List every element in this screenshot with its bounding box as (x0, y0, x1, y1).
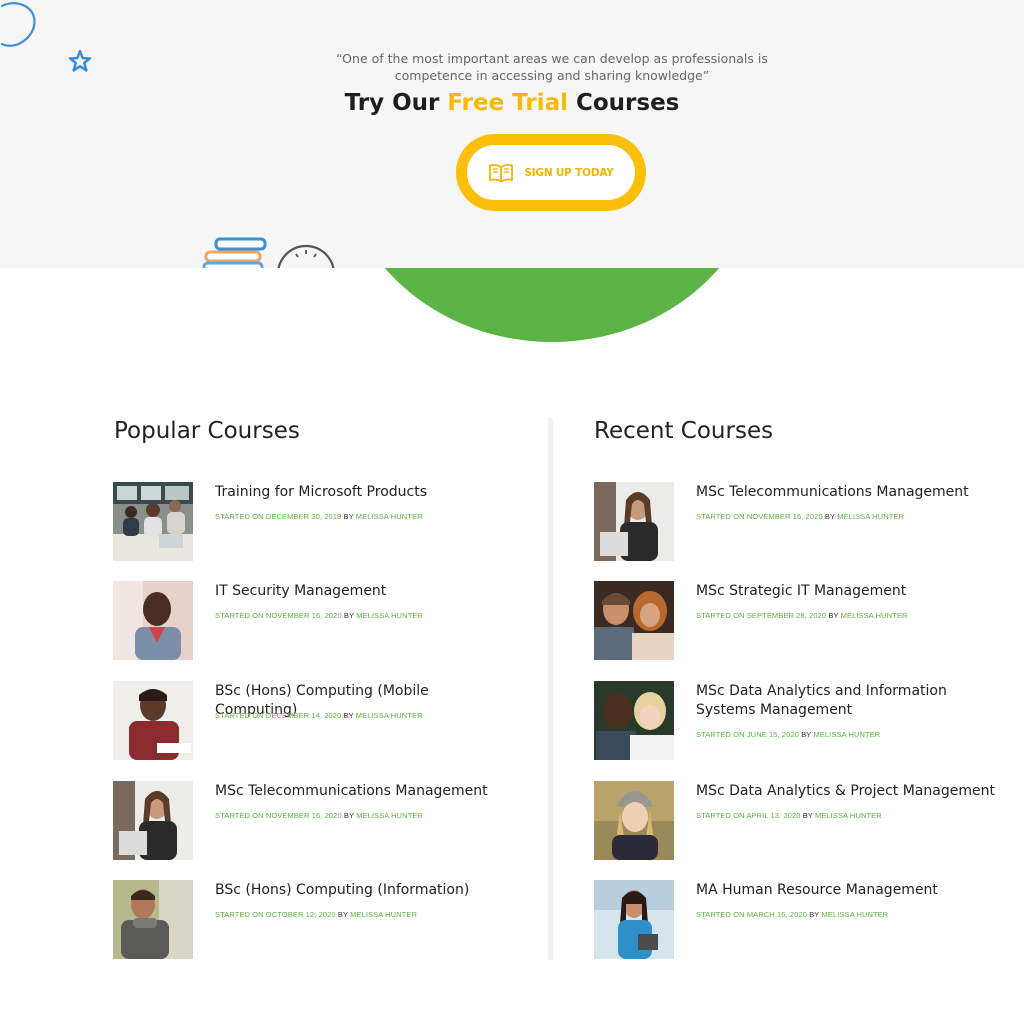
course-title-link[interactable]: MA Human Resource Management (696, 881, 996, 900)
course-thumbnail[interactable] (113, 681, 193, 760)
course-meta: STARTED ON MARCH 16, 2020 BY MELISSA HUN… (696, 910, 888, 919)
course-title-link[interactable]: MSc Data Analytics & Project Management (696, 782, 996, 801)
author-link[interactable]: MELISSA HUNTER (813, 730, 880, 739)
course-by: BY (809, 910, 820, 919)
column-divider (548, 418, 553, 960)
doodle-loop-icon (0, 2, 36, 47)
course-by: BY (824, 512, 835, 521)
open-book-icon (489, 163, 514, 182)
author-link[interactable]: MELISSA HUNTER (356, 711, 423, 720)
course-by: BY (343, 512, 354, 521)
author-link[interactable]: MELISSA HUNTER (837, 512, 904, 521)
author-link[interactable]: MELISSA HUNTER (356, 811, 423, 820)
course-date: STARTED ON NOVEMBER 16, 2020 (215, 611, 342, 620)
course-meta: STARTED ON DECEMBER 30, 2019 BY MELISSA … (215, 512, 423, 521)
course-thumbnail[interactable] (113, 880, 193, 959)
author-link[interactable]: MELISSA HUNTER (821, 910, 888, 919)
course-title-link[interactable]: MSc Data Analytics and Information Syste… (696, 682, 996, 720)
course-title-link[interactable]: MSc Telecommunications Management (696, 483, 996, 502)
course-title-link[interactable]: IT Security Management (215, 582, 515, 601)
course-title-link[interactable]: MSc Telecommunications Management (215, 782, 515, 801)
course-date: STARTED ON DECEMBER 30, 2019 (215, 512, 342, 521)
course-date: STARTED ON OCTOBER 12, 2020 (215, 910, 336, 919)
clock-icon (277, 244, 335, 268)
course-item: MSc Data Analytics and Information Syste… (594, 681, 994, 761)
course-meta: STARTED ON OCTOBER 12, 2020 BY MELISSA H… (215, 910, 417, 919)
course-meta: STARTED ON APRIL 13, 2020 BY MELISSA HUN… (696, 811, 882, 820)
author-link[interactable]: MELISSA HUNTER (841, 611, 908, 620)
course-meta: STARTED ON JUNE 15, 2020 BY MELISSA HUNT… (696, 730, 880, 739)
course-by: BY (337, 910, 348, 919)
course-item: MSc Telecommunications Management STARTE… (594, 482, 994, 562)
author-link[interactable]: MELISSA HUNTER (356, 611, 423, 620)
headline-prefix: Try Our (344, 90, 448, 116)
course-by: BY (801, 730, 812, 739)
course-thumbnail[interactable] (594, 681, 674, 760)
recent-courses-heading: Recent Courses (594, 418, 774, 444)
course-by: BY (802, 811, 813, 820)
course-date: STARTED ON MARCH 16, 2020 (696, 910, 808, 919)
course-by: BY (343, 711, 354, 720)
course-thumbnail[interactable] (113, 581, 193, 660)
free-trial-banner: “One of the most important areas we can … (0, 0, 1024, 268)
course-title-link[interactable]: MSc Strategic IT Management (696, 582, 996, 601)
course-by: BY (828, 611, 839, 620)
author-link[interactable]: MELISSA HUNTER (815, 811, 882, 820)
headline-suffix: Courses (567, 90, 680, 116)
course-item: MSc Data Analytics & Project Management … (594, 781, 996, 861)
course-item: MSc Telecommunications Management STARTE… (113, 781, 513, 861)
star-icon (68, 50, 92, 72)
course-item: MA Human Resource Management STARTED ON … (594, 880, 994, 960)
course-thumbnail[interactable] (113, 482, 193, 561)
course-item: BSc (Hons) Computing (Information) START… (113, 880, 513, 960)
course-date: STARTED ON APRIL 13, 2020 (696, 811, 801, 820)
course-meta: STARTED ON SEPTEMBER 28, 2020 BY MELISSA… (696, 611, 907, 620)
course-by: BY (343, 811, 354, 820)
course-meta: STARTED ON DECEMBER 14, 2020 BY MELISSA … (215, 711, 423, 720)
course-date: STARTED ON JUNE 15, 2020 (696, 730, 799, 739)
course-item: BSc (Hons) Computing (Mobile Computing) … (113, 681, 513, 761)
course-thumbnail[interactable] (594, 880, 674, 959)
course-date: STARTED ON NOVEMBER 16, 2020 (215, 811, 342, 820)
course-meta: STARTED ON NOVEMBER 16, 2020 BY MELISSA … (215, 611, 423, 620)
course-thumbnail[interactable] (594, 482, 674, 561)
course-item: MSc Strategic IT Management STARTED ON S… (594, 581, 994, 661)
course-title-link[interactable]: BSc (Hons) Computing (Information) (215, 881, 515, 900)
headline-accent: Free Trial (447, 90, 568, 116)
course-item: IT Security Management STARTED ON NOVEMB… (113, 581, 513, 661)
author-link[interactable]: MELISSA HUNTER (350, 910, 417, 919)
sign-up-today-button[interactable]: SIGN UP TODAY (456, 134, 646, 211)
author-link[interactable]: MELISSA HUNTER (356, 512, 423, 521)
course-thumbnail[interactable] (594, 781, 674, 860)
course-date: STARTED ON NOVEMBER 16, 2020 (696, 512, 823, 521)
course-meta: STARTED ON NOVEMBER 16, 2020 BY MELISSA … (215, 811, 423, 820)
popular-courses-heading: Popular Courses (114, 418, 300, 444)
sign-up-label: SIGN UP TODAY (524, 166, 614, 179)
course-thumbnail[interactable] (594, 581, 674, 660)
course-date: STARTED ON DECEMBER 14, 2020 (215, 711, 342, 720)
books-stack-icon (202, 237, 267, 268)
course-item: Training for Microsoft Products STARTED … (113, 482, 513, 562)
course-by: BY (343, 611, 354, 620)
course-meta: STARTED ON NOVEMBER 16, 2020 BY MELISSA … (696, 512, 904, 521)
hero-headline: Try Our Free Trial Courses (0, 90, 1024, 116)
hero-quote: “One of the most important areas we can … (336, 51, 768, 83)
course-thumbnail[interactable] (113, 781, 193, 860)
course-date: STARTED ON SEPTEMBER 28, 2020 (696, 611, 827, 620)
course-title-link[interactable]: Training for Microsoft Products (215, 483, 515, 502)
